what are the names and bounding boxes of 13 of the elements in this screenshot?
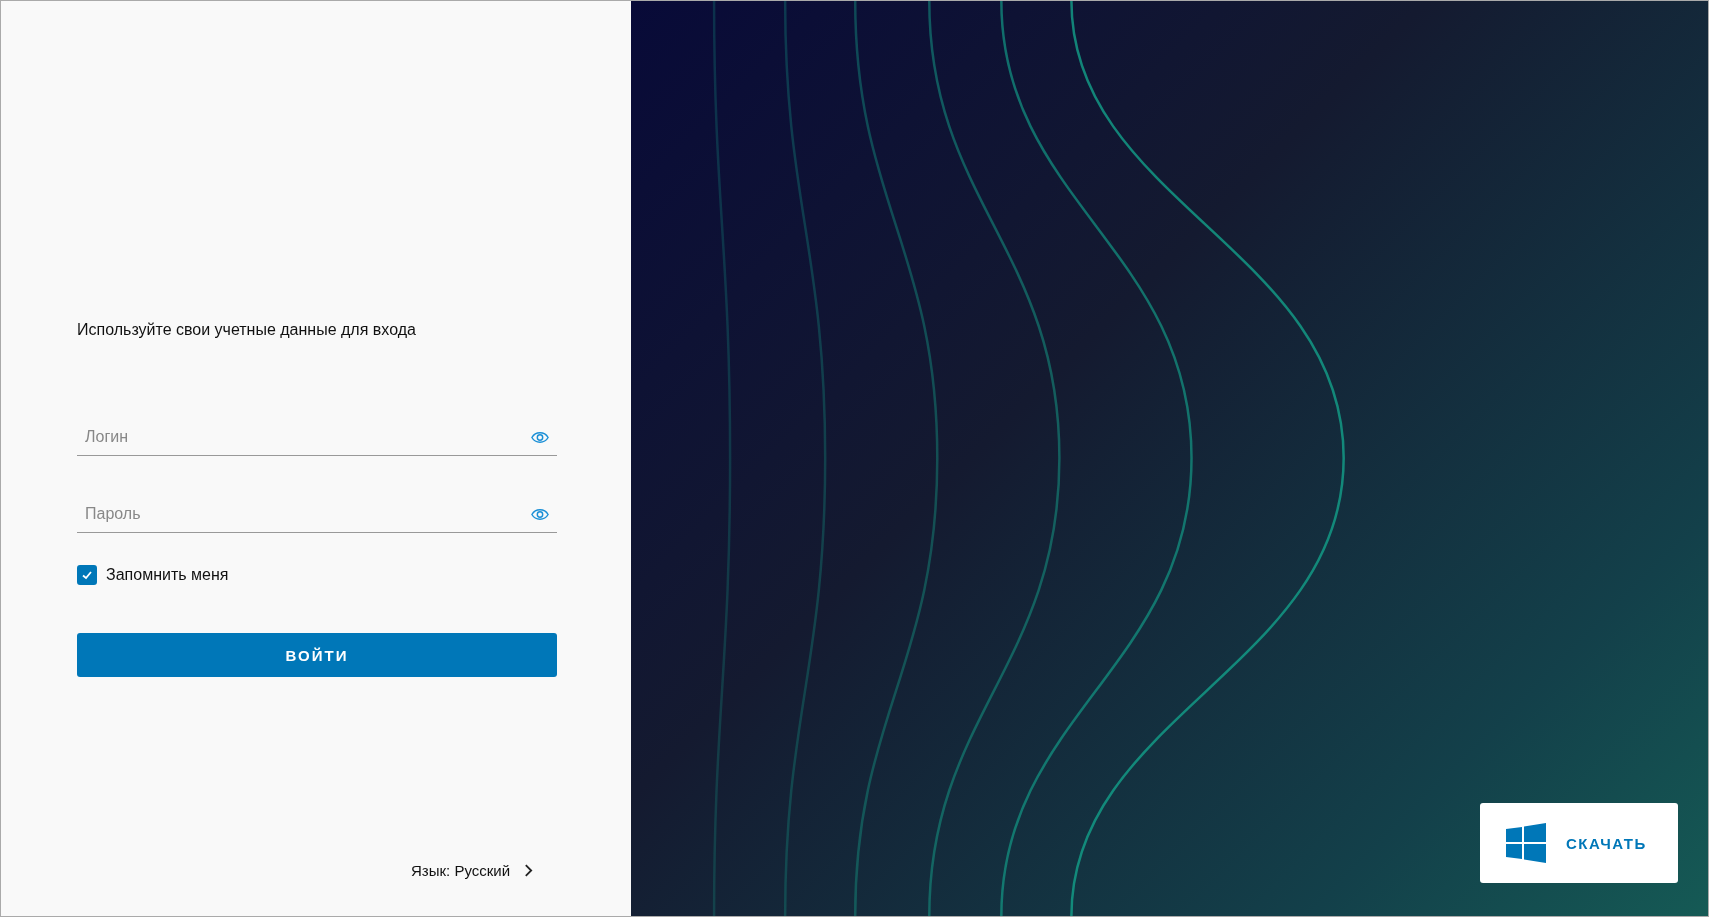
eye-icon[interactable]: [531, 430, 549, 444]
login-heading: Используйте свои учетные данные для входа: [77, 321, 417, 339]
remember-label: Запомнить меня: [106, 566, 229, 584]
login-button[interactable]: ВОЙТИ: [77, 633, 557, 677]
check-icon: [81, 569, 93, 581]
remember-checkbox[interactable]: [77, 565, 97, 585]
windows-icon: [1506, 823, 1546, 863]
chevron-right-icon: [524, 864, 534, 877]
language-link[interactable]: Язык: Русский: [411, 862, 534, 879]
text-input-field[interactable]: Логин: [85, 428, 531, 446]
eye-icon[interactable]: [531, 507, 549, 521]
text-input-field[interactable]: Пароль: [85, 505, 531, 523]
download-button[interactable]: СКАЧАТЬ: [1480, 803, 1678, 883]
